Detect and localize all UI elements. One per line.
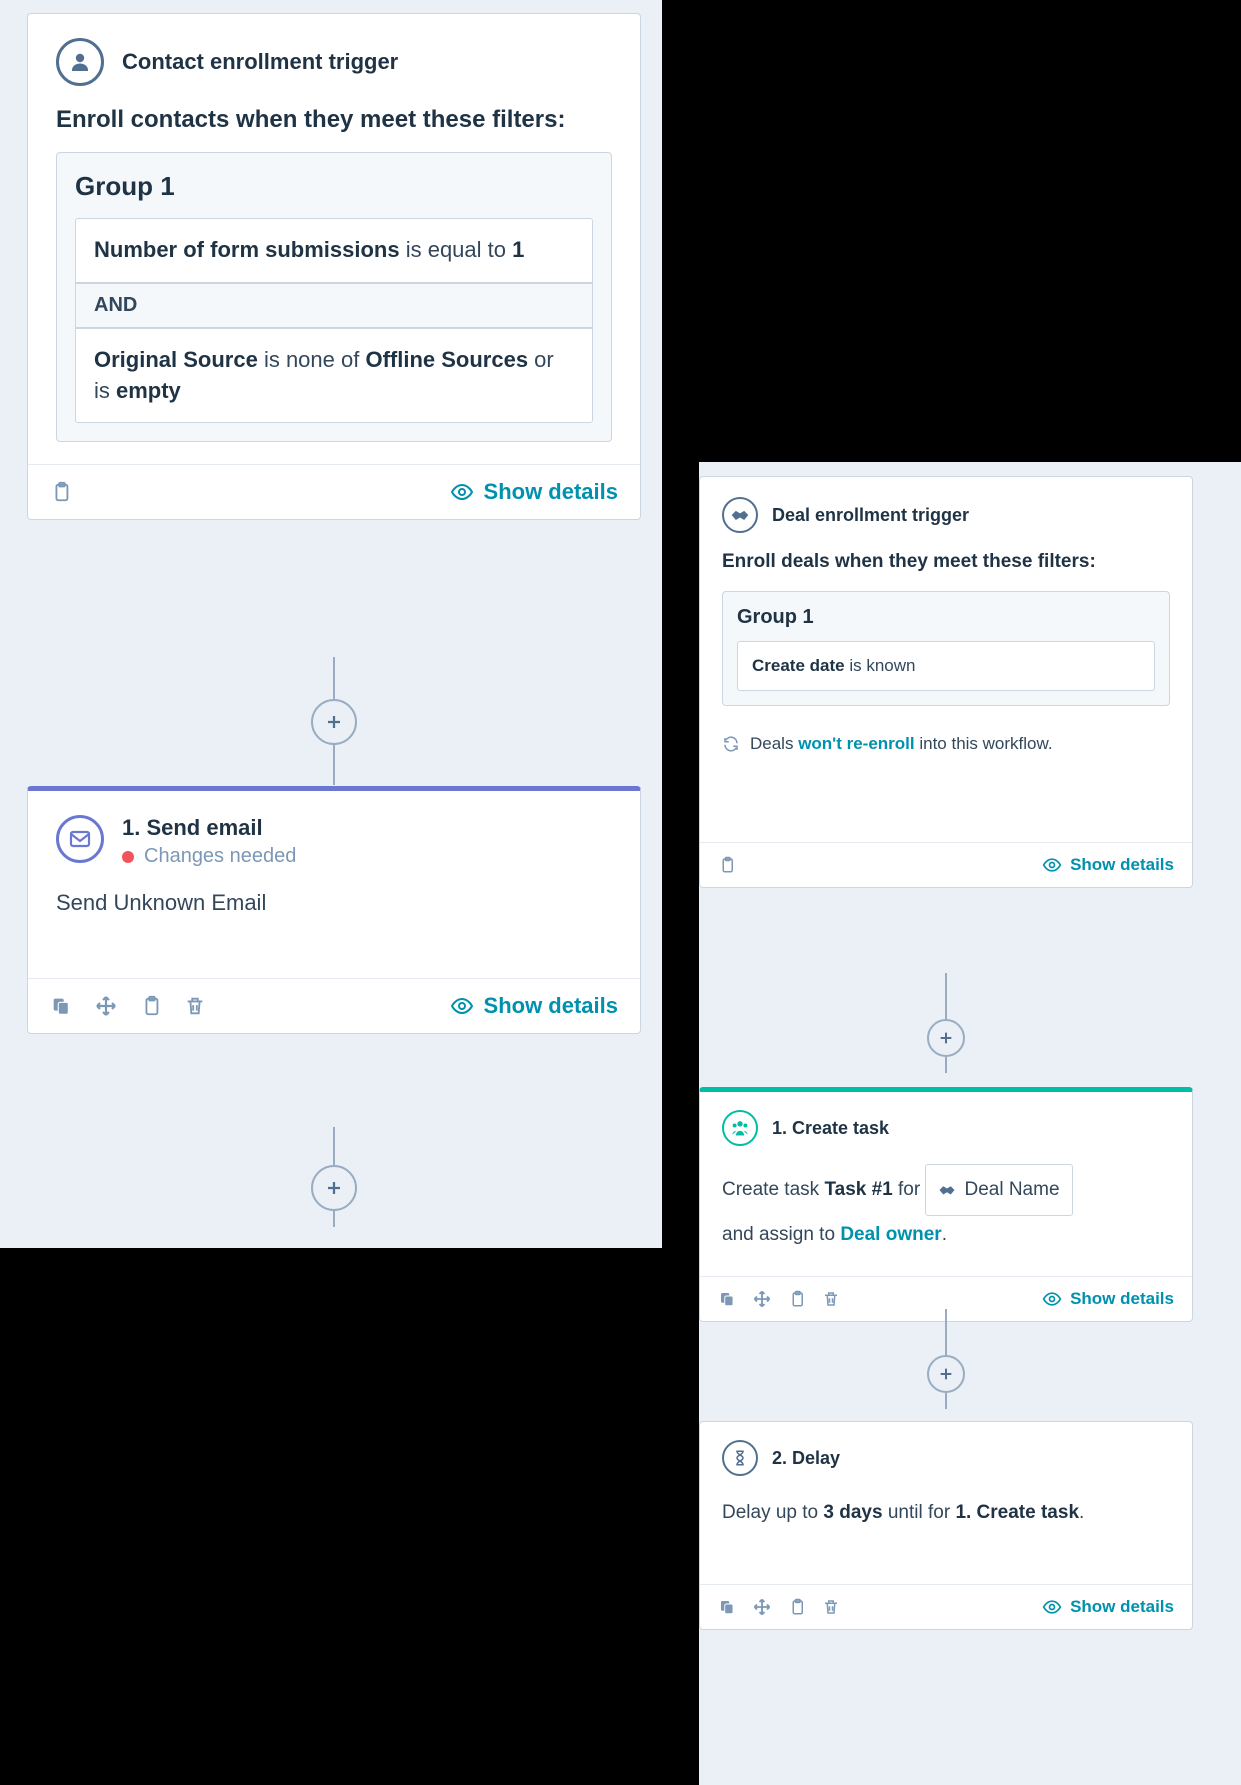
deal-owner-link[interactable]: Deal owner <box>840 1224 941 1245</box>
move-icon[interactable] <box>94 994 118 1018</box>
clipboard-icon[interactable] <box>140 994 162 1018</box>
trigger-subtitle: Enroll deals when they meet these filter… <box>722 551 1170 573</box>
copy-icon[interactable] <box>50 995 72 1017</box>
show-details-button[interactable]: Show details <box>1042 1289 1174 1309</box>
delay-step-title: 2. Delay <box>772 1448 840 1469</box>
show-details-button[interactable]: Show details <box>1042 855 1174 875</box>
filter-group-1[interactable]: Group 1 Number of form submissions is eq… <box>56 152 612 442</box>
email-step-title: 1. Send email <box>122 815 296 841</box>
show-details-button[interactable]: Show details <box>450 993 618 1019</box>
task-step-title: 1. Create task <box>772 1118 889 1139</box>
reenroll-link[interactable]: won't re-enroll <box>798 734 914 753</box>
reenroll-info: Deals won't re-enroll into this workflow… <box>722 734 1170 754</box>
trigger-subtitle: Enroll contacts when they meet these fil… <box>56 106 612 134</box>
refresh-icon <box>722 735 740 753</box>
filter-row-1[interactable]: Number of form submissions is equal to 1 <box>75 218 593 283</box>
copy-icon[interactable] <box>718 1290 736 1308</box>
filter-group-1[interactable]: Group 1 Create date is known <box>722 591 1170 706</box>
copy-icon[interactable] <box>718 1598 736 1616</box>
changes-needed-badge: Changes needed <box>122 845 296 868</box>
add-step-button[interactable] <box>311 1165 357 1211</box>
people-icon <box>722 1110 758 1146</box>
clipboard-icon[interactable] <box>50 480 72 504</box>
show-details-button[interactable]: Show details <box>1042 1597 1174 1617</box>
filter-and: AND <box>75 283 593 328</box>
trash-icon[interactable] <box>184 994 206 1018</box>
delay-description: Delay up to 3 days until for 1. Create t… <box>722 1494 1170 1532</box>
trash-icon[interactable] <box>822 1289 840 1309</box>
show-details-button[interactable]: Show details <box>450 479 618 505</box>
clipboard-icon[interactable] <box>788 1289 806 1309</box>
move-icon[interactable] <box>752 1289 772 1309</box>
clipboard-icon[interactable] <box>788 1597 806 1617</box>
email-description: Send Unknown Email <box>56 890 612 916</box>
clipboard-icon[interactable] <box>718 855 736 875</box>
trigger-title: Contact enrollment trigger <box>122 49 398 75</box>
add-step-button[interactable] <box>927 1355 965 1393</box>
hourglass-icon <box>722 1440 758 1476</box>
send-email-card[interactable]: 1. Send email Changes needed Send Unknow… <box>27 786 641 1034</box>
filter-row-2[interactable]: Original Source is none of Offline Sourc… <box>75 328 593 424</box>
contact-icon <box>56 38 104 86</box>
add-step-button[interactable] <box>311 699 357 745</box>
filter-row-1[interactable]: Create date is known <box>737 641 1155 691</box>
deal-enrollment-trigger-card[interactable]: Deal enrollment trigger Enroll deals whe… <box>699 476 1193 888</box>
group-title: Group 1 <box>75 171 593 202</box>
move-icon[interactable] <box>752 1597 772 1617</box>
status-dot-icon <box>122 851 134 863</box>
create-task-card[interactable]: 1. Create task Create task Task #1 for D… <box>699 1087 1193 1322</box>
trash-icon[interactable] <box>822 1597 840 1617</box>
delay-card[interactable]: 2. Delay Delay up to 3 days until for 1.… <box>699 1421 1193 1630</box>
group-title: Group 1 <box>737 606 1155 629</box>
trigger-title: Deal enrollment trigger <box>772 505 969 526</box>
handshake-icon <box>722 497 758 533</box>
handshake-icon <box>938 1181 956 1199</box>
email-icon <box>56 815 104 863</box>
contact-enrollment-trigger-card[interactable]: Contact enrollment trigger Enroll contac… <box>27 13 641 520</box>
add-step-button[interactable] <box>927 1019 965 1057</box>
deal-name-chip[interactable]: Deal Name <box>925 1164 1072 1216</box>
task-description: Create task Task #1 for Deal Name and as… <box>722 1164 1170 1254</box>
